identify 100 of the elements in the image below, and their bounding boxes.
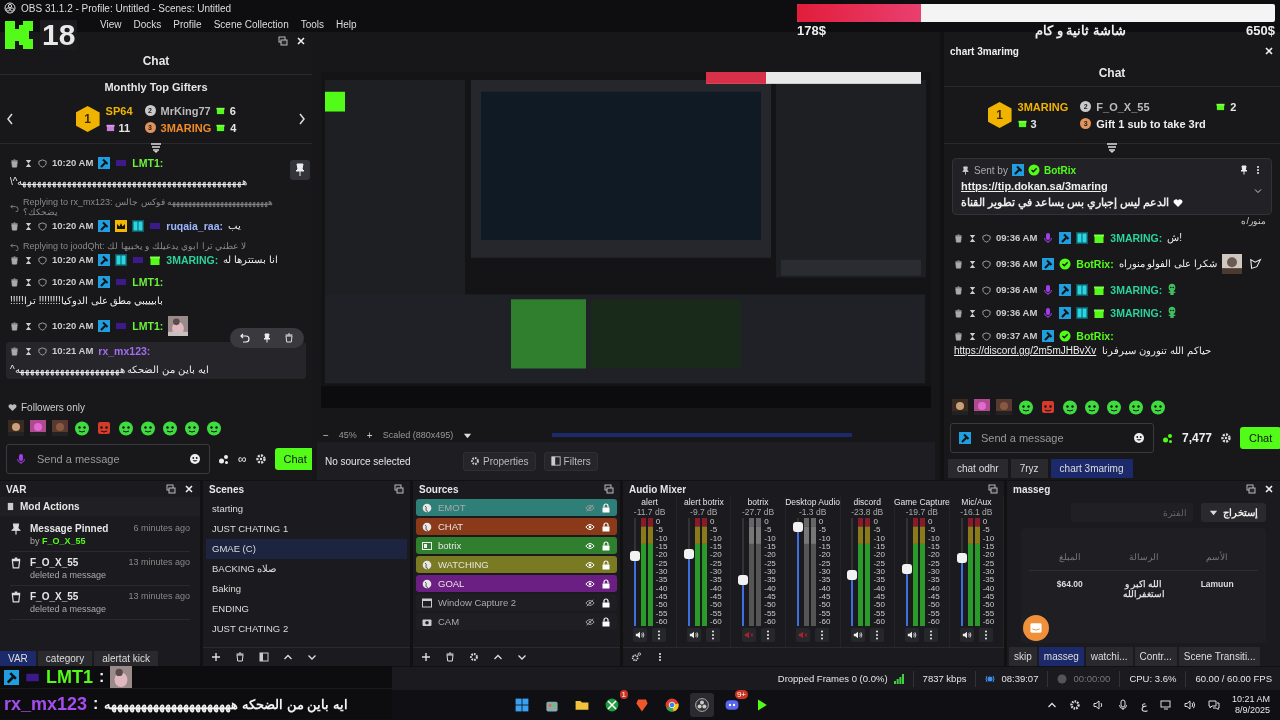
speaker-button[interactable]: [633, 628, 648, 642]
scene-item[interactable]: starting: [206, 499, 407, 519]
hourglass-icon[interactable]: [968, 233, 977, 243]
trash-icon[interactable]: [954, 233, 963, 243]
menu-item[interactable]: Scene Collection: [213, 18, 289, 30]
shield-icon[interactable]: [38, 277, 47, 287]
shield-icon[interactable]: [38, 158, 47, 168]
volume-slider[interactable]: [904, 518, 911, 626]
close-icon[interactable]: [296, 36, 306, 46]
hourglass-icon[interactable]: [968, 308, 977, 318]
zoom-out-button[interactable]: −: [323, 429, 329, 441]
float-icon[interactable]: [166, 484, 176, 494]
menu-item[interactable]: Docks: [133, 18, 162, 30]
source-item[interactable]: botrix: [416, 537, 617, 554]
lock-icon[interactable]: [601, 578, 611, 589]
scroll-bar[interactable]: [552, 433, 853, 437]
chat-username[interactable]: 3MARING:: [1110, 306, 1163, 320]
emoji-icon[interactable]: [1133, 432, 1145, 444]
dock-tab[interactable]: chart 3marimg: [1050, 459, 1133, 478]
speaker-button[interactable]: [687, 628, 702, 642]
menu-item[interactable]: Tools: [300, 18, 325, 30]
properties-button[interactable]: Properties: [463, 451, 536, 471]
scene-item[interactable]: BACKING صلاه: [206, 559, 407, 579]
volume-slider[interactable]: [794, 518, 801, 626]
close-icon[interactable]: [1264, 484, 1274, 494]
shield-icon[interactable]: [982, 308, 991, 318]
dock-tab[interactable]: masseg: [1038, 647, 1084, 666]
dock-tab[interactable]: chat odhr: [948, 459, 1008, 478]
hourglass-icon[interactable]: [24, 277, 33, 287]
chat-button[interactable]: Chat: [274, 448, 312, 470]
float-icon[interactable]: [278, 36, 288, 46]
trash-icon[interactable]: [10, 346, 19, 356]
microphone-icon[interactable]: [1116, 699, 1129, 711]
dock-tab[interactable]: alertat kick: [94, 651, 158, 666]
dock-tab[interactable]: category: [37, 651, 93, 666]
slider-thumb[interactable]: [738, 574, 749, 585]
source-item[interactable]: GOAL: [416, 575, 617, 592]
slider-thumb[interactable]: [902, 563, 913, 574]
heart-outline-icon[interactable]: [1249, 257, 1264, 271]
emoji-icon[interactable]: [189, 453, 201, 465]
shield-icon[interactable]: [38, 255, 47, 265]
eye-icon[interactable]: [585, 578, 595, 589]
monitor-icon[interactable]: [1159, 699, 1172, 711]
trash-icon[interactable]: [954, 331, 963, 341]
speaker-button[interactable]: [850, 628, 865, 642]
speaker-button[interactable]: [905, 628, 920, 642]
trash-icon[interactable]: [954, 259, 963, 269]
zoom-in-button[interactable]: +: [366, 429, 373, 441]
trash-icon[interactable]: [954, 308, 963, 318]
source-item[interactable]: CHAT: [416, 518, 617, 535]
shield-icon[interactable]: [38, 221, 47, 231]
chat-username[interactable]: 3MARING:: [166, 253, 219, 267]
shield-icon[interactable]: [38, 346, 47, 356]
settings-icon[interactable]: [254, 453, 267, 465]
message-input[interactable]: Send a message: [979, 431, 1125, 445]
speaker-icon[interactable]: [1183, 699, 1196, 711]
gear-icon[interactable]: [1068, 699, 1081, 711]
next-icon[interactable]: [298, 113, 306, 125]
shield-icon[interactable]: [982, 259, 991, 269]
dock-tab[interactable]: 7ryz: [1010, 459, 1048, 478]
hourglass-icon[interactable]: [968, 285, 977, 295]
close-icon[interactable]: [184, 484, 194, 494]
trash-icon[interactable]: [10, 277, 19, 287]
move-down-icon[interactable]: [307, 652, 317, 662]
expand-icon[interactable]: [1253, 186, 1263, 196]
lock-icon[interactable]: [601, 521, 611, 532]
slider-thumb[interactable]: [629, 550, 640, 561]
source-item[interactable]: WATCHING: [416, 556, 617, 573]
slider-thumb[interactable]: [956, 552, 967, 563]
scene-item[interactable]: ENDING: [206, 599, 407, 619]
chat-username[interactable]: BotRix: [1043, 164, 1077, 176]
slider-thumb[interactable]: [792, 521, 803, 532]
move-up-icon[interactable]: [493, 652, 503, 662]
shield-icon[interactable]: [982, 285, 991, 295]
chat-username[interactable]: rx_mx123:: [98, 344, 151, 358]
hourglass-icon[interactable]: [24, 255, 33, 265]
input-language[interactable]: ع: [1140, 698, 1148, 712]
hourglass-icon[interactable]: [24, 221, 33, 231]
scene-item[interactable]: JUST CHATING 1: [206, 519, 407, 539]
trash-icon[interactable]: [10, 255, 19, 265]
clock-date[interactable]: 8/9/2025: [1234, 705, 1270, 716]
dock-tab[interactable]: Scene Transiti...: [1178, 647, 1261, 666]
dock-tab[interactable]: skip: [1009, 647, 1037, 666]
pin-button[interactable]: [290, 160, 310, 180]
eye-hidden-icon[interactable]: [585, 597, 595, 608]
settings-icon[interactable]: [1220, 432, 1233, 444]
speaker-button[interactable]: [959, 628, 974, 642]
settings-icon[interactable]: [469, 652, 479, 662]
export-dropdown[interactable]: إستخراج: [1201, 503, 1266, 522]
float-icon[interactable]: [1246, 484, 1256, 494]
caret-icon[interactable]: [1046, 700, 1057, 710]
scale-mode[interactable]: Scaled (880x495): [382, 430, 454, 440]
eye-icon[interactable]: [585, 540, 595, 551]
dock-tab[interactable]: VAR: [0, 651, 36, 666]
points-icon[interactable]: [218, 453, 230, 465]
shield-icon[interactable]: [982, 331, 991, 341]
shield-icon[interactable]: [38, 321, 47, 331]
chat-username[interactable]: BotRix:: [1076, 329, 1114, 343]
period-field[interactable]: الفترة: [1071, 503, 1193, 522]
dock-tab[interactable]: Contr...: [1134, 647, 1177, 666]
